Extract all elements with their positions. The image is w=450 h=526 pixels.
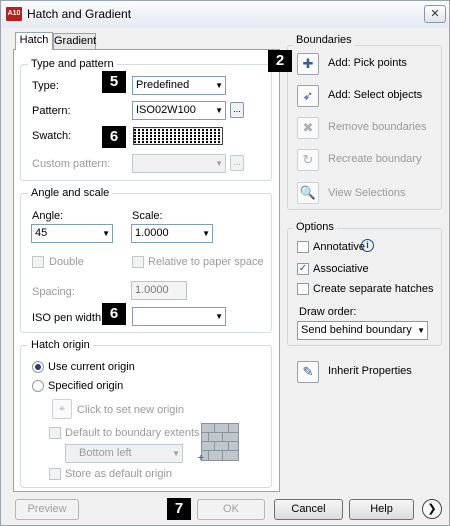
custom-pattern-dropdown[interactable]: ▼ — [132, 154, 226, 173]
origin-position-value: Bottom left — [79, 447, 132, 459]
type-dropdown[interactable]: Predefined ▼ — [132, 76, 226, 95]
title-bar[interactable]: A10 Hatch and Gradient ✕ — [1, 1, 449, 28]
chevron-down-icon: ▼ — [102, 229, 110, 238]
relative-paper-space-checkbox[interactable] — [132, 256, 144, 268]
double-checkbox[interactable] — [32, 256, 44, 268]
chevron-down-icon: ▼ — [417, 326, 425, 335]
set-origin-icon[interactable]: ⌖ — [52, 399, 72, 419]
pattern-value: ISO02W100 — [136, 104, 196, 116]
remove-boundaries-icon[interactable]: ✖ — [297, 117, 319, 139]
options-title: Options — [293, 221, 337, 233]
ok-button[interactable]: OK — [197, 499, 265, 520]
chevron-down-icon: ▼ — [215, 312, 223, 321]
cancel-button[interactable]: Cancel — [274, 499, 343, 520]
angle-label: Angle: — [32, 210, 64, 222]
scale-value: 1.0000 — [135, 227, 169, 239]
more-options-button[interactable]: ❯ — [422, 499, 442, 519]
pattern-browse-button[interactable]: ... — [230, 102, 244, 118]
hatch-origin-title: Hatch origin — [28, 339, 93, 351]
inherit-properties-icon[interactable]: ✎ — [297, 361, 319, 383]
window-title: Hatch and Gradient — [27, 7, 132, 21]
spacing-label: Spacing: — [32, 286, 75, 298]
pattern-dropdown[interactable]: ISO02W100 ▼ — [132, 101, 226, 120]
swatch-label: Swatch: — [32, 130, 72, 142]
select-objects-label[interactable]: Add: Select objects — [328, 89, 422, 101]
origin-preview-image — [201, 423, 239, 461]
angle-value: 45 — [35, 227, 48, 239]
tab-gradient[interactable]: Gradient — [53, 33, 96, 50]
callout-badge: 7 — [167, 498, 191, 520]
default-boundary-extents-label: Default to boundary extents — [65, 427, 200, 439]
use-current-origin-label: Use current origin — [48, 361, 135, 373]
chevron-down-icon: ▼ — [215, 81, 223, 90]
magnifier-icon[interactable]: 🔍 — [297, 182, 319, 204]
draw-order-value: Send behind boundary — [301, 324, 412, 336]
iso-pen-width-dropdown[interactable]: ▼ — [132, 307, 226, 326]
autocad-app-icon: A10 — [6, 7, 22, 21]
click-to-set-origin-label: Click to set new origin — [77, 404, 184, 416]
separate-hatches-label: Create separate hatches — [313, 283, 434, 295]
help-button[interactable]: Help — [349, 499, 414, 520]
angle-scale-title: Angle and scale — [28, 187, 113, 199]
draw-order-dropdown[interactable]: Send behind boundary ▼ — [297, 321, 428, 340]
boundaries-title: Boundaries — [293, 34, 355, 46]
type-value: Predefined — [136, 79, 190, 91]
callout-badge: 6 — [102, 303, 126, 325]
type-label: Type: — [32, 80, 59, 92]
iso-pen-width-label: ISO pen width: — [32, 312, 105, 324]
specified-origin-label: Specified origin — [48, 380, 124, 392]
tab-hatch[interactable]: Hatch — [15, 32, 53, 50]
recreate-boundary-label[interactable]: Recreate boundary — [328, 153, 422, 165]
origin-marker-icon: + — [198, 453, 204, 464]
custom-pattern-label: Custom pattern: — [32, 158, 111, 170]
close-button[interactable]: ✕ — [424, 5, 446, 23]
angle-dropdown[interactable]: 45 ▼ — [31, 224, 113, 243]
annotative-label: Annotative — [313, 241, 365, 253]
double-label: Double — [49, 256, 84, 268]
inherit-properties-label[interactable]: Inherit Properties — [328, 365, 412, 377]
chevron-down-icon: ▼ — [215, 159, 223, 168]
callout-badge: 6 — [102, 126, 126, 148]
associative-label: Associative — [313, 263, 369, 275]
store-default-origin-checkbox[interactable] — [49, 468, 61, 480]
chevron-down-icon: ▼ — [202, 229, 210, 238]
select-objects-icon[interactable]: ➶ — [297, 85, 319, 107]
scale-dropdown[interactable]: 1.0000 ▼ — [131, 224, 213, 243]
scale-label: Scale: — [132, 210, 163, 222]
relative-paper-space-label: Relative to paper space — [148, 256, 264, 268]
recreate-boundary-icon[interactable]: ↻ — [297, 149, 319, 171]
chevron-down-icon: ▼ — [172, 449, 180, 458]
pick-points-icon[interactable]: ✚ — [297, 53, 319, 75]
custom-pattern-browse-button[interactable]: ... — [230, 155, 244, 171]
annotative-checkbox[interactable] — [297, 241, 309, 253]
callout-badge: 2 — [268, 50, 292, 72]
pattern-swatch[interactable] — [133, 127, 223, 145]
store-default-origin-label: Store as default origin — [65, 468, 173, 480]
view-selections-label[interactable]: View Selections — [328, 187, 405, 199]
pick-points-label[interactable]: Add: Pick points — [328, 57, 407, 69]
spacing-input[interactable]: 1.0000 — [131, 281, 187, 300]
info-icon[interactable]: i — [361, 239, 374, 252]
associative-checkbox[interactable]: ✓ — [297, 263, 309, 275]
specified-origin-radio[interactable] — [32, 380, 44, 392]
pattern-label: Pattern: — [32, 105, 71, 117]
origin-position-dropdown[interactable]: Bottom left ▼ — [65, 444, 183, 463]
remove-boundaries-label[interactable]: Remove boundaries — [328, 121, 426, 133]
draw-order-label: Draw order: — [299, 306, 357, 318]
hatch-gradient-dialog: A10 Hatch and Gradient ✕ Hatch Gradient … — [0, 0, 450, 526]
separate-hatches-checkbox[interactable] — [297, 283, 309, 295]
preview-button[interactable]: Preview — [15, 499, 79, 520]
chevron-down-icon: ▼ — [215, 106, 223, 115]
default-boundary-extents-checkbox[interactable] — [49, 427, 61, 439]
use-current-origin-radio[interactable] — [32, 361, 44, 373]
type-pattern-title: Type and pattern — [28, 58, 117, 70]
callout-badge: 5 — [102, 71, 126, 93]
